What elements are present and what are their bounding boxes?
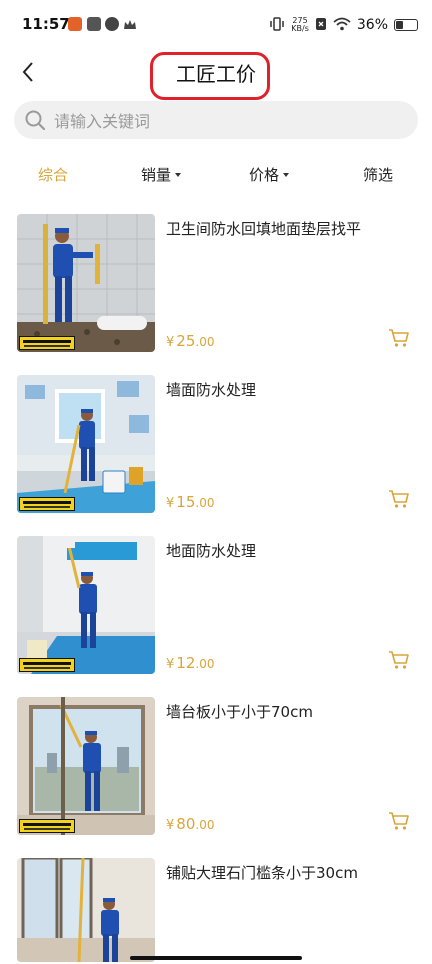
product-title: 地面防水处理: [166, 542, 257, 560]
vibrate-icon: [269, 16, 285, 35]
cart-icon: [389, 490, 409, 508]
search-input[interactable]: 请输入关键词: [14, 101, 418, 139]
price-integer: 12: [176, 654, 196, 672]
price-currency: ¥: [166, 657, 175, 672]
price-decimal: .00: [195, 818, 215, 832]
status-time: 11:57: [22, 15, 70, 33]
product-price: ¥25.00: [166, 332, 214, 350]
price-decimal: .00: [195, 496, 215, 510]
caret-down-icon: [283, 172, 290, 177]
brand-logo: [19, 336, 75, 350]
filter-bar: 综合 销量 价格 筛选: [0, 158, 432, 192]
list-item[interactable]: 地面防水处理 ¥12.00: [0, 534, 432, 674]
product-image[interactable]: [17, 536, 155, 674]
price-decimal: .00: [195, 335, 215, 349]
product-image[interactable]: [17, 375, 155, 513]
search-icon: [25, 110, 46, 131]
product-title: 卫生间防水回填地面垫层找平: [166, 220, 362, 238]
price-currency: ¥: [166, 335, 175, 350]
price-integer: 15: [176, 493, 196, 511]
filter-price[interactable]: 价格: [249, 164, 290, 185]
status-bar: 11:57 275 KB/s 36%: [0, 0, 432, 50]
network-speed: 275 KB/s: [291, 17, 309, 33]
product-price: ¥80.00: [166, 815, 214, 833]
price-currency: ¥: [166, 496, 175, 511]
wifi-icon: [333, 16, 351, 35]
list-item[interactable]: 墙面防水处理 ¥15.00: [0, 373, 432, 513]
brand-logo: [19, 819, 75, 833]
battery-icon: [394, 19, 418, 31]
product-title: 墙台板小于小于70cm: [166, 703, 313, 721]
search-placeholder: 请输入关键词: [54, 112, 151, 131]
brand-logo: [19, 497, 75, 511]
sim-blocked-icon: [315, 16, 327, 35]
product-price: ¥15.00: [166, 493, 214, 511]
product-title: 墙面防水处理: [166, 381, 257, 399]
filter-label: 价格: [249, 166, 280, 184]
calendar-notification-icon: [87, 17, 101, 31]
caret-down-icon: [175, 172, 182, 177]
filter-sales[interactable]: 销量: [141, 164, 182, 185]
cart-icon: [389, 812, 409, 830]
add-to-cart-button[interactable]: [388, 489, 410, 509]
product-image[interactable]: [17, 858, 155, 962]
app-notification-icon: [68, 17, 82, 31]
filter-comprehensive[interactable]: 综合: [38, 164, 68, 185]
price-integer: 80: [176, 815, 196, 833]
product-title: 铺贴大理石门槛条小于30cm: [166, 864, 358, 882]
list-item[interactable]: 铺贴大理石门槛条小于30cm: [0, 856, 432, 964]
price-decimal: .00: [195, 657, 215, 671]
cart-icon: [389, 651, 409, 669]
price-currency: ¥: [166, 818, 175, 833]
price-integer: 25: [176, 332, 196, 350]
list-item[interactable]: 卫生间防水回填地面垫层找平 ¥25.00: [0, 212, 432, 352]
product-image[interactable]: [17, 214, 155, 352]
filter-label: 筛选: [363, 166, 394, 184]
status-right-group: 275 KB/s 36%: [269, 14, 418, 36]
filter-label: 综合: [38, 166, 69, 184]
list-item[interactable]: 墙台板小于小于70cm ¥80.00: [0, 695, 432, 835]
add-to-cart-button[interactable]: [388, 650, 410, 670]
filter-label: 销量: [141, 166, 172, 184]
add-to-cart-button[interactable]: [388, 328, 410, 348]
title-highlight-circle: [150, 52, 270, 100]
nav-header: 工匠工价: [0, 50, 432, 100]
product-price: ¥12.00: [166, 654, 214, 672]
filter-screen[interactable]: 筛选: [363, 164, 393, 185]
network-speed-unit: KB/s: [291, 24, 309, 33]
check-circle-icon: [105, 17, 119, 31]
add-to-cart-button[interactable]: [388, 811, 410, 831]
battery-percent: 36%: [356, 17, 388, 33]
cart-icon: [389, 329, 409, 347]
home-indicator[interactable]: [130, 956, 302, 960]
crown-icon: [123, 17, 137, 31]
brand-logo: [19, 658, 75, 672]
product-image[interactable]: [17, 697, 155, 835]
